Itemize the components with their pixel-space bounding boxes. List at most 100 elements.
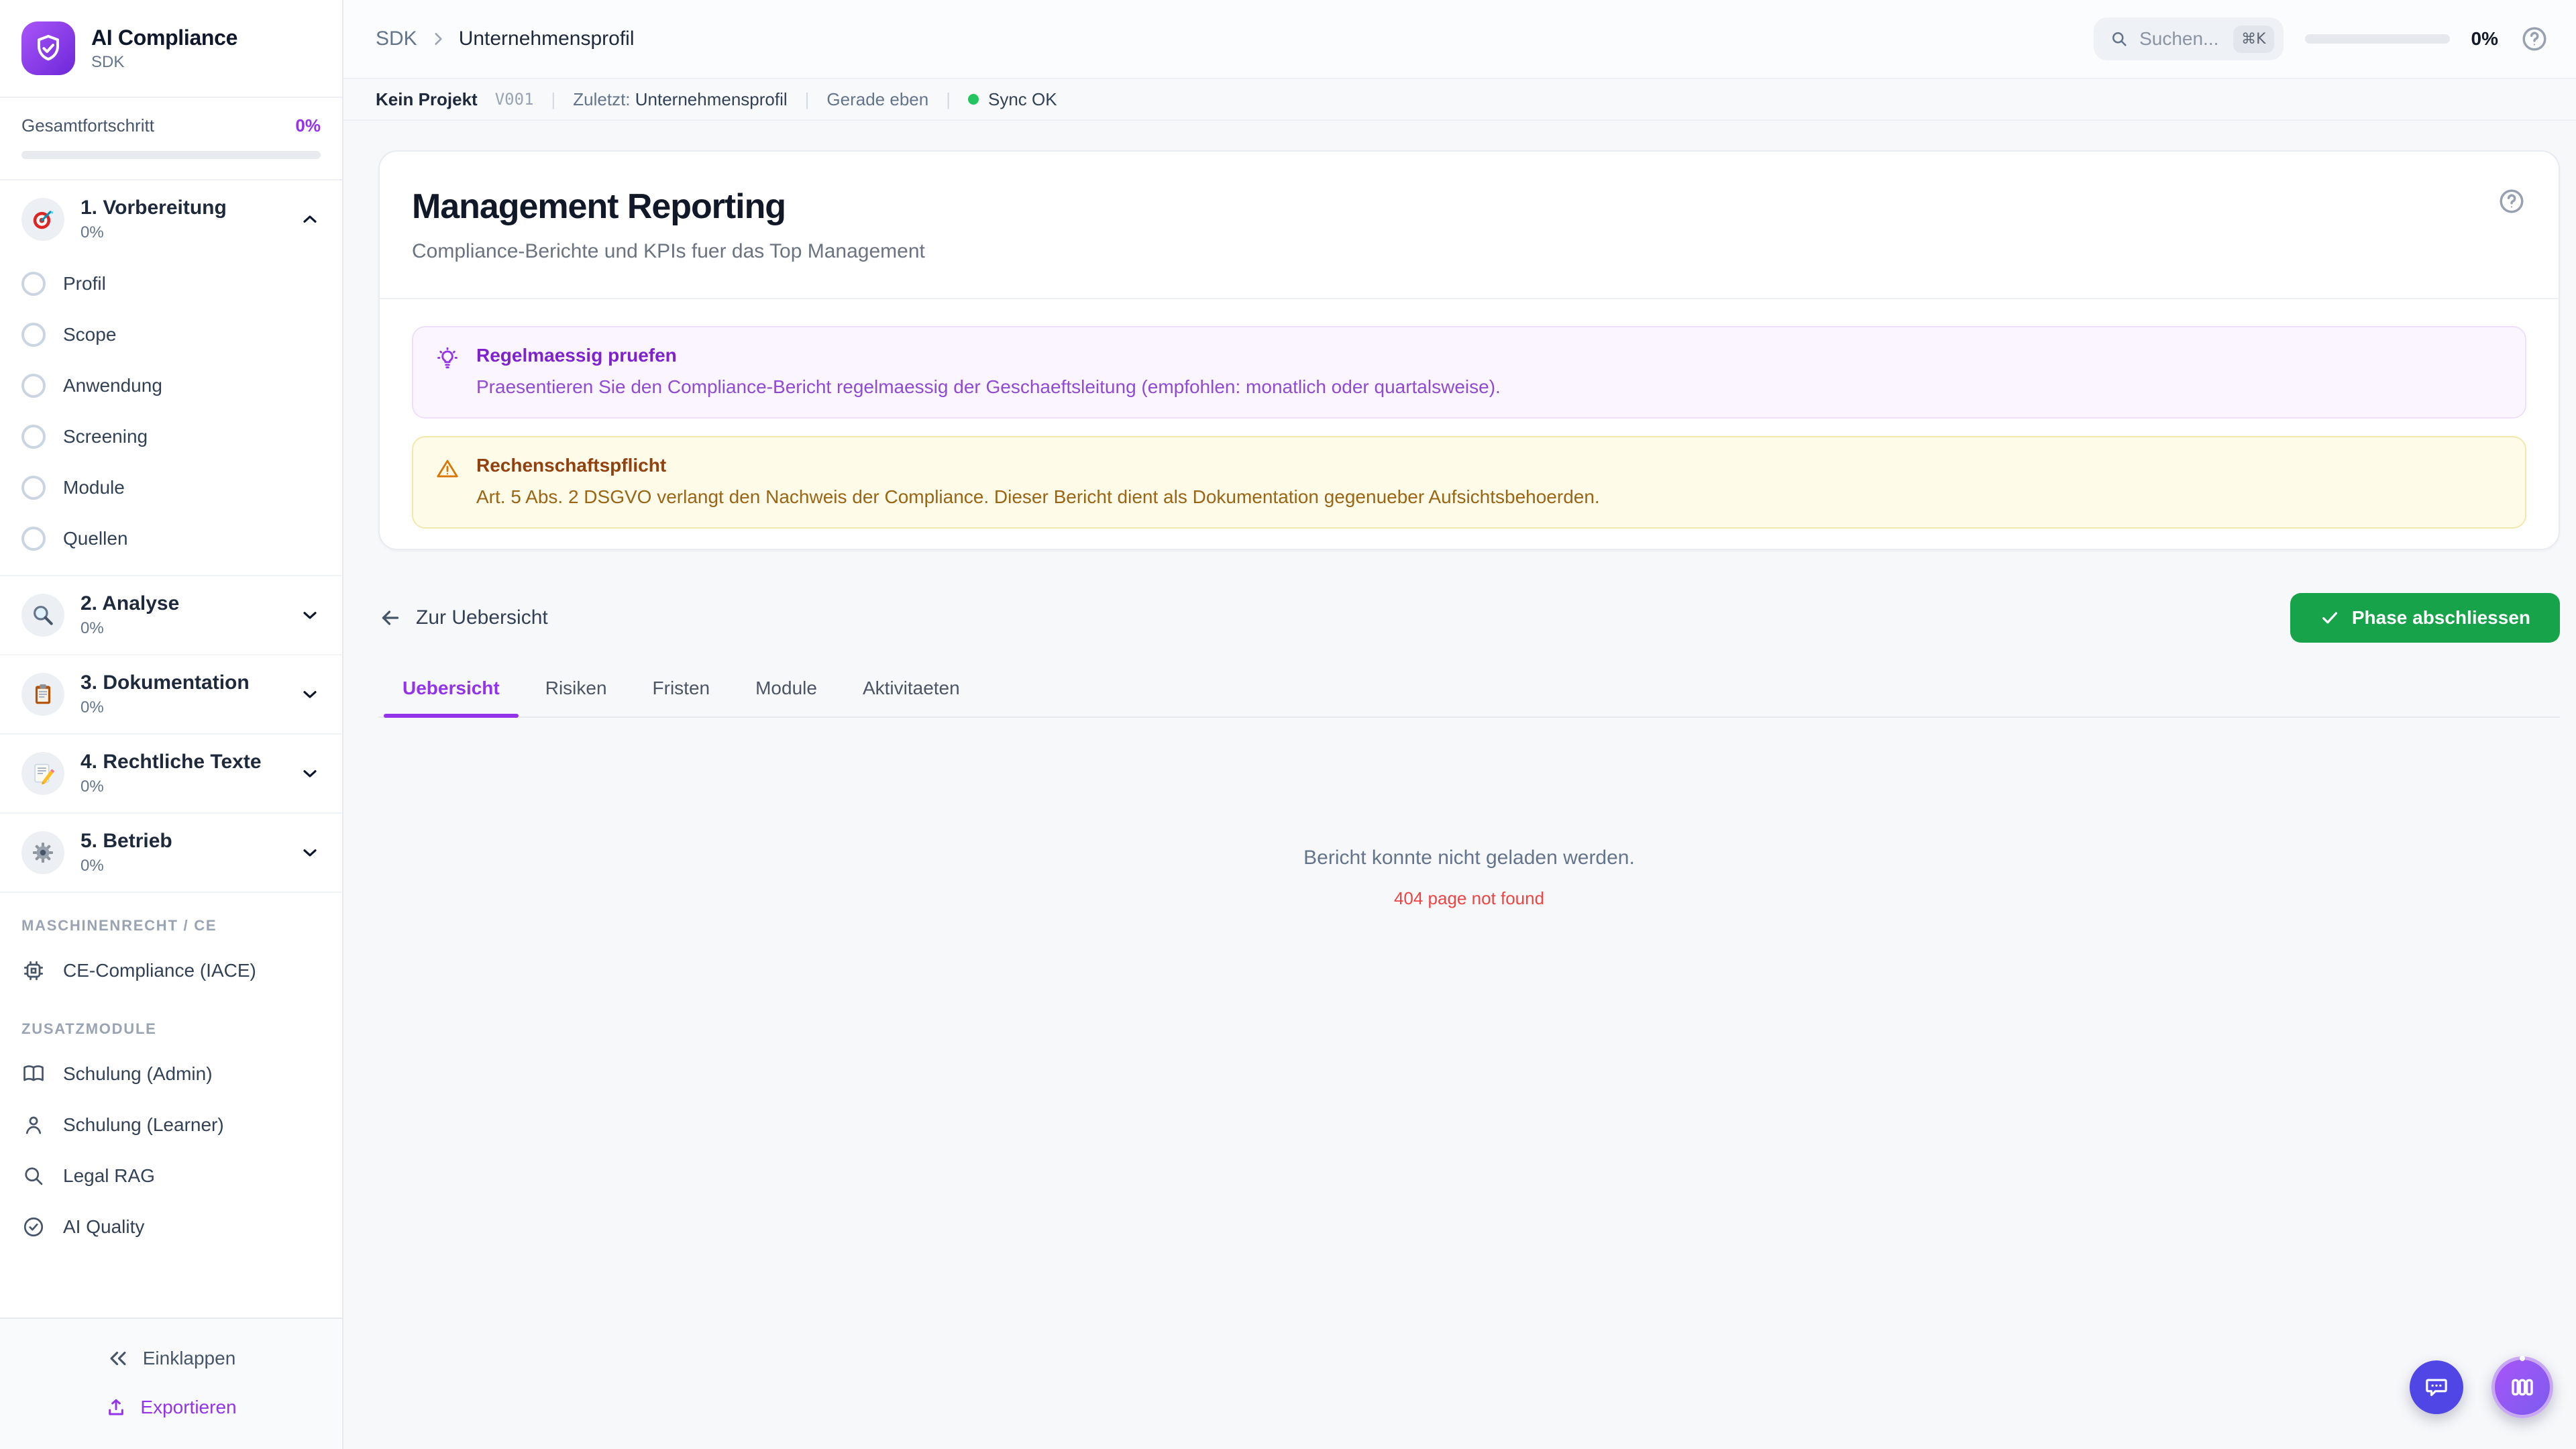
phase-label: 1. Vorbereitung	[80, 197, 227, 219]
app-subtitle: SDK	[91, 52, 125, 71]
chevron-down-icon[interactable]	[299, 763, 321, 784]
sidebar-item-module[interactable]: Module	[0, 462, 342, 513]
last-value: Unternehmensprofil	[635, 89, 788, 109]
breadcrumb-current: Unternehmensprofil	[458, 28, 635, 50]
clipboard-icon	[21, 673, 64, 716]
chip-icon	[21, 959, 46, 983]
help-button[interactable]	[2520, 24, 2549, 54]
collapse-sidebar-button[interactable]: Einklappen	[93, 1338, 250, 1379]
sidebar-item-ce-compliance[interactable]: CE-Compliance (IACE)	[0, 945, 342, 996]
breadcrumb: SDK Unternehmensprofil	[376, 28, 634, 50]
overall-progress: Gesamtfortschritt 0%	[0, 98, 342, 180]
export-button[interactable]: Exportieren	[92, 1387, 250, 1428]
user-icon	[21, 1113, 46, 1137]
back-to-overview-link[interactable]: Zur Uebersicht	[378, 606, 548, 630]
phase-nav: 1. Vorbereitung 0% Profil Scope Anwendun…	[0, 180, 342, 1318]
tab-risiken[interactable]: Risiken	[545, 678, 607, 716]
sidebar: AI Compliance SDK Gesamtfortschritt 0% 1…	[0, 0, 343, 1449]
radio-empty-icon	[21, 476, 46, 500]
phase-header-analyse[interactable]: 2. Analyse 0%	[0, 576, 342, 654]
check-circle-icon	[21, 1215, 46, 1239]
arrow-left-icon	[378, 606, 402, 630]
tip-body: Praesentieren Sie den Compliance-Bericht…	[476, 376, 1501, 397]
chevron-down-icon[interactable]	[299, 604, 321, 626]
sidebar-item-profil[interactable]: Profil	[0, 258, 342, 309]
topbar-right: ⌘K 0%	[2094, 17, 2549, 60]
radio-empty-icon	[21, 527, 46, 551]
export-label: Exportieren	[140, 1397, 237, 1417]
chevron-down-icon[interactable]	[299, 842, 321, 863]
navitem-label: CE-Compliance (IACE)	[63, 960, 256, 981]
sidebar-item-screening[interactable]: Screening	[0, 411, 342, 462]
back-label: Zur Uebersicht	[416, 606, 548, 629]
phase-section-rechtliche-texte: 4. Rechtliche Texte 0%	[0, 735, 342, 814]
radio-empty-icon	[21, 425, 46, 449]
tab-uebersicht[interactable]: Uebersicht	[383, 678, 519, 718]
sidebar-item-scope[interactable]: Scope	[0, 309, 342, 360]
error-message: Bericht konnte nicht geladen werden.	[1303, 846, 1635, 869]
sidebar-item-anwendung[interactable]: Anwendung	[0, 360, 342, 411]
sidebar-item-schulung-learner[interactable]: Schulung (Learner)	[0, 1099, 342, 1150]
phase-percent: 0%	[80, 223, 104, 241]
chevron-right-icon	[429, 30, 447, 48]
sidebar-header: AI Compliance SDK	[0, 0, 342, 98]
card-help-button[interactable]	[2497, 186, 2526, 216]
shield-check-icon	[32, 32, 64, 64]
phase-label: 4. Rechtliche Texte	[80, 751, 262, 773]
subitem-label: Module	[63, 477, 125, 498]
complete-phase-button[interactable]: Phase abschliessen	[2290, 592, 2560, 643]
version-badge: V001	[494, 90, 534, 109]
breadcrumb-root[interactable]: SDK	[376, 28, 417, 50]
phase-header-vorbereitung[interactable]: 1. Vorbereitung 0%	[0, 180, 342, 258]
phase-section-analyse: 2. Analyse 0%	[0, 576, 342, 655]
report-error: Bericht konnte nicht geladen werden. 404…	[378, 847, 2560, 909]
topbar-progress-bar	[2304, 34, 2450, 44]
content-area: Management Reporting Compliance-Berichte…	[343, 121, 2576, 1449]
search-icon	[2110, 30, 2129, 48]
check-icon	[2320, 608, 2340, 628]
warning-title: Rechenschaftspflicht	[476, 454, 667, 476]
navitem-label: AI Quality	[63, 1216, 145, 1237]
sidebar-item-ai-quality[interactable]: AI Quality	[0, 1201, 342, 1252]
chevron-up-icon[interactable]	[299, 209, 321, 230]
tab-fristen[interactable]: Fristen	[653, 678, 710, 716]
section-label-maschinenrecht: MASCHINENRECHT / CE	[21, 917, 217, 934]
phase-label: 5. Betrieb	[80, 830, 172, 852]
last-saved-time: Gerade eben	[826, 89, 929, 109]
sync-status-dot	[967, 94, 979, 105]
search-box[interactable]: ⌘K	[2094, 17, 2284, 60]
tab-module[interactable]: Module	[755, 678, 817, 716]
phase-header-rechtliche-texte[interactable]: 4. Rechtliche Texte 0%	[0, 735, 342, 812]
phase-percent: 0%	[80, 619, 104, 637]
sidebar-item-legal-rag[interactable]: Legal RAG	[0, 1150, 342, 1201]
topbar: SDK Unternehmensprofil ⌘K 0%	[343, 0, 2576, 78]
columns-icon	[2508, 1373, 2536, 1401]
sidebar-item-schulung-admin[interactable]: Schulung (Admin)	[0, 1049, 342, 1099]
overall-progress-value: 0%	[295, 115, 321, 136]
tab-aktivitaeten[interactable]: Aktivitaeten	[863, 678, 960, 716]
page-title: Management Reporting	[412, 187, 786, 226]
card-body: Regelmaessig pruefen Praesentieren Sie d…	[380, 299, 2559, 549]
phase-header-betrieb[interactable]: 5. Betrieb 0%	[0, 814, 342, 892]
chevron-down-icon[interactable]	[299, 684, 321, 705]
search-input[interactable]	[2139, 28, 2223, 50]
columns-panel-button[interactable]	[2491, 1356, 2553, 1418]
phase-header-dokumentation[interactable]: 3. Dokumentation 0%	[0, 655, 342, 733]
chat-button[interactable]	[2410, 1360, 2463, 1414]
double-chevron-left-icon	[107, 1347, 129, 1370]
upload-icon	[105, 1397, 127, 1418]
sidebar-item-quellen[interactable]: Quellen	[0, 513, 342, 564]
topbar-progress-value: 0%	[2471, 28, 2498, 49]
collapse-label: Einklappen	[142, 1348, 236, 1368]
section-label-zusatzmodule: ZUSATZMODULE	[21, 1020, 157, 1037]
report-card: Management Reporting Compliance-Berichte…	[378, 150, 2560, 550]
memo-icon	[21, 752, 64, 795]
warning-callout: Rechenschaftspflicht Art. 5 Abs. 2 DSGVO…	[412, 435, 2526, 529]
phase-section-betrieb: 5. Betrieb 0%	[0, 814, 342, 893]
phase-percent: 0%	[80, 857, 104, 875]
magnifier-icon	[21, 594, 64, 637]
book-icon	[21, 1062, 46, 1086]
phase-percent: 0%	[80, 777, 104, 796]
search-shortcut-badge: ⌘K	[2233, 25, 2274, 53]
actions-row: Zur Uebersicht Phase abschliessen	[378, 592, 2560, 643]
